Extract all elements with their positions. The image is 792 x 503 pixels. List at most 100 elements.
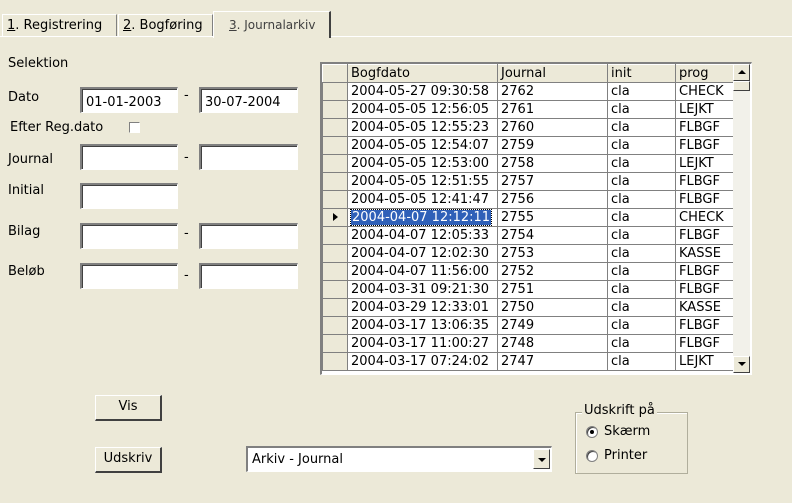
- cell-journal[interactable]: 2755: [497, 208, 608, 227]
- cell-init[interactable]: cla: [607, 226, 676, 245]
- radio-skaerm-label[interactable]: Skærm: [604, 424, 650, 439]
- dato-from-input[interactable]: [80, 87, 178, 113]
- vis-button[interactable]: Vis: [95, 395, 162, 421]
- journal-to-input[interactable]: [199, 144, 298, 170]
- scroll-down-button[interactable]: [733, 356, 750, 373]
- table-row[interactable]: 2004-05-27 09:30:58 2762 cla CHECK: [322, 82, 736, 101]
- cell-journal[interactable]: 2761: [497, 100, 608, 119]
- cell-prog[interactable]: FLBGF: [675, 262, 736, 281]
- journal-grid[interactable]: Bogfdato Journal init prog 2004-05-27 09…: [320, 62, 752, 375]
- cell-init[interactable]: cla: [607, 208, 676, 227]
- cell-bogfdato[interactable]: 2004-05-05 12:54:07: [347, 136, 498, 155]
- cell-init[interactable]: cla: [607, 118, 676, 137]
- cell-prog[interactable]: KASSE: [675, 298, 736, 317]
- cell-bogfdato[interactable]: 2004-04-07 12:12:11: [347, 208, 498, 227]
- journal-from-input[interactable]: [80, 144, 178, 170]
- cell-prog[interactable]: CHECK: [675, 208, 736, 227]
- cell-journal[interactable]: 2758: [497, 154, 608, 173]
- row-indicator[interactable]: [322, 244, 348, 263]
- cell-prog[interactable]: LEJKT: [675, 352, 736, 371]
- cell-bogfdato[interactable]: 2004-03-17 07:24:02: [347, 352, 498, 371]
- tab-journalarkiv[interactable]: 3. Journalarkiv: [213, 11, 331, 38]
- cell-bogfdato[interactable]: 2004-03-31 09:21:30: [347, 280, 498, 299]
- bilag-from-input[interactable]: [80, 223, 178, 249]
- table-row[interactable]: 2004-05-05 12:56:05 2761 cla LEJKT: [322, 100, 736, 119]
- initial-input[interactable]: [80, 183, 178, 209]
- row-indicator[interactable]: [322, 100, 348, 119]
- cell-bogfdato[interactable]: 2004-05-05 12:55:23: [347, 118, 498, 137]
- cell-bogfdato[interactable]: 2004-05-05 12:51:55: [347, 172, 498, 191]
- table-row[interactable]: 2004-04-07 12:05:33 2754 cla FLBGF: [322, 226, 736, 245]
- table-row[interactable]: 2004-04-07 12:12:11 2755 cla CHECK: [322, 208, 736, 227]
- cell-prog[interactable]: FLBGF: [675, 172, 736, 191]
- radio-printer[interactable]: [586, 450, 598, 462]
- cell-init[interactable]: cla: [607, 298, 676, 317]
- column-header-bogfdato[interactable]: Bogfdato: [347, 64, 498, 83]
- cell-prog[interactable]: LEJKT: [675, 154, 736, 173]
- cell-prog[interactable]: FLBGF: [675, 118, 736, 137]
- cell-prog[interactable]: FLBGF: [675, 190, 736, 209]
- row-indicator[interactable]: [322, 352, 348, 371]
- row-indicator[interactable]: [322, 208, 348, 227]
- row-indicator[interactable]: [322, 298, 348, 317]
- table-row[interactable]: 2004-04-07 12:02:30 2753 cla KASSE: [322, 244, 736, 263]
- cell-bogfdato[interactable]: 2004-03-17 13:06:35: [347, 316, 498, 335]
- cell-init[interactable]: cla: [607, 352, 676, 371]
- row-indicator[interactable]: [322, 118, 348, 137]
- belob-from-input[interactable]: [80, 263, 178, 289]
- cell-journal[interactable]: 2754: [497, 226, 608, 245]
- cell-journal[interactable]: 2757: [497, 172, 608, 191]
- table-row[interactable]: 2004-03-29 12:33:01 2750 cla KASSE: [322, 298, 736, 317]
- table-row[interactable]: 2004-05-05 12:51:55 2757 cla FLBGF: [322, 172, 736, 191]
- table-row[interactable]: 2004-03-17 11:00:27 2748 cla FLBGF: [322, 334, 736, 353]
- table-row[interactable]: 2004-05-05 12:55:23 2760 cla FLBGF: [322, 118, 736, 137]
- belob-to-input[interactable]: [199, 263, 298, 289]
- table-row[interactable]: 2004-05-05 12:53:00 2758 cla LEJKT: [322, 154, 736, 173]
- tab-registrering[interactable]: 1. Registrering: [2, 14, 117, 36]
- row-indicator[interactable]: [322, 316, 348, 335]
- cell-bogfdato[interactable]: 2004-03-17 11:00:27: [347, 334, 498, 353]
- cell-journal[interactable]: 2751: [497, 280, 608, 299]
- cell-init[interactable]: cla: [607, 244, 676, 263]
- cell-init[interactable]: cla: [607, 100, 676, 119]
- cell-prog[interactable]: FLBGF: [675, 280, 736, 299]
- tab-bogforing[interactable]: 2. Bogføring: [118, 14, 213, 36]
- table-row[interactable]: 2004-03-17 13:06:35 2749 cla FLBGF: [322, 316, 736, 335]
- cell-init[interactable]: cla: [607, 334, 676, 353]
- cell-bogfdato[interactable]: 2004-04-07 12:02:30: [347, 244, 498, 263]
- cell-prog[interactable]: FLBGF: [675, 316, 736, 335]
- table-row[interactable]: 2004-03-17 07:24:02 2747 cla LEJKT: [322, 352, 736, 371]
- efter-regdato-checkbox[interactable]: [129, 122, 140, 133]
- row-indicator[interactable]: [322, 154, 348, 173]
- scroll-up-button[interactable]: [733, 64, 750, 81]
- cell-journal[interactable]: 2759: [497, 136, 608, 155]
- cell-prog[interactable]: FLBGF: [675, 226, 736, 245]
- cell-prog[interactable]: CHECK: [675, 82, 736, 101]
- column-header-prog[interactable]: prog: [675, 64, 736, 83]
- cell-bogfdato[interactable]: 2004-05-27 09:30:58: [347, 82, 498, 101]
- cell-journal[interactable]: 2753: [497, 244, 608, 263]
- cell-init[interactable]: cla: [607, 316, 676, 335]
- cell-init[interactable]: cla: [607, 154, 676, 173]
- cell-bogfdato[interactable]: 2004-04-07 11:56:00: [347, 262, 498, 281]
- cell-bogfdato[interactable]: 2004-05-05 12:41:47: [347, 190, 498, 209]
- cell-prog[interactable]: KASSE: [675, 244, 736, 263]
- row-indicator[interactable]: [322, 280, 348, 299]
- column-header-journal[interactable]: Journal: [497, 64, 608, 83]
- cell-bogfdato[interactable]: 2004-04-07 12:05:33: [347, 226, 498, 245]
- row-indicator[interactable]: [322, 82, 348, 101]
- column-header-init[interactable]: init: [607, 64, 676, 83]
- cell-bogfdato[interactable]: 2004-03-29 12:33:01: [347, 298, 498, 317]
- report-select[interactable]: Arkiv - Journal: [246, 446, 552, 472]
- report-select-dropdown-button[interactable]: [533, 449, 550, 469]
- table-row[interactable]: 2004-03-31 09:21:30 2751 cla FLBGF: [322, 280, 736, 299]
- cell-journal[interactable]: 2760: [497, 118, 608, 137]
- row-indicator[interactable]: [322, 334, 348, 353]
- cell-init[interactable]: cla: [607, 82, 676, 101]
- cell-bogfdato[interactable]: 2004-05-05 12:53:00: [347, 154, 498, 173]
- radio-printer-label[interactable]: Printer: [604, 448, 647, 463]
- table-row[interactable]: 2004-04-07 11:56:00 2752 cla FLBGF: [322, 262, 736, 281]
- radio-skaerm[interactable]: [586, 426, 598, 438]
- cell-init[interactable]: cla: [607, 136, 676, 155]
- row-indicator[interactable]: [322, 226, 348, 245]
